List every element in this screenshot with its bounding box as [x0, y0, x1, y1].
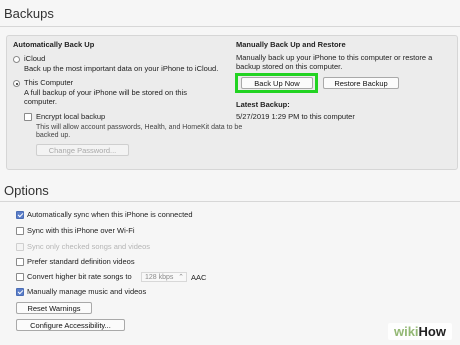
- restore-backup-button[interactable]: Restore Backup: [323, 77, 399, 89]
- bitrate-select[interactable]: 128 kbps ⌃: [141, 272, 187, 282]
- convert-bitrate-label: Convert higher bit rate songs to: [27, 272, 132, 281]
- divider: [0, 201, 460, 202]
- auto-backup-heading: Automatically Back Up: [13, 40, 95, 49]
- icloud-label: iCloud: [24, 54, 46, 63]
- icloud-description: Back up the most important data on your …: [24, 64, 219, 73]
- prefer-sd-label: Prefer standard definition videos: [27, 257, 135, 266]
- change-password-button[interactable]: Change Password...: [36, 144, 129, 156]
- this-computer-description-2: computer.: [24, 97, 57, 106]
- sync-checked-only-label: Sync only checked songs and videos: [27, 242, 150, 251]
- latest-backup-value: 5/27/2019 1:29 PM to this computer: [236, 112, 355, 121]
- backups-panel: Automatically Back Up iCloud Back up the…: [6, 35, 458, 170]
- wikihow-watermark: wikiHow: [387, 323, 452, 340]
- icloud-radio[interactable]: [13, 56, 20, 63]
- bitrate-value: 128 kbps: [145, 274, 174, 281]
- manual-backup-description-2: backup stored on this computer.: [236, 62, 343, 71]
- configure-accessibility-button[interactable]: Configure Accessibility...: [16, 319, 125, 331]
- latest-backup-heading: Latest Backup:: [236, 100, 290, 109]
- bitrate-format: AAC: [191, 273, 207, 282]
- prefer-sd-checkbox[interactable]: [16, 258, 24, 266]
- watermark-prefix: wiki: [393, 324, 419, 339]
- reset-warnings-button[interactable]: Reset Warnings: [16, 302, 92, 314]
- options-title: Options: [4, 183, 49, 198]
- wifi-sync-checkbox[interactable]: [16, 227, 24, 235]
- wifi-sync-label: Sync with this iPhone over Wi-Fi: [27, 226, 135, 235]
- encrypt-backup-checkbox[interactable]: [24, 113, 32, 121]
- chevron-updown-icon: ⌃: [178, 274, 184, 281]
- sync-checked-only-checkbox: [16, 243, 24, 251]
- watermark-suffix: How: [418, 324, 446, 339]
- this-computer-label: This Computer: [24, 78, 74, 87]
- auto-sync-label: Automatically sync when this iPhone is c…: [27, 210, 193, 219]
- manual-manage-checkbox[interactable]: [16, 288, 24, 296]
- this-computer-radio[interactable]: [13, 80, 20, 87]
- convert-bitrate-checkbox[interactable]: [16, 273, 24, 281]
- backups-title: Backups: [4, 6, 54, 21]
- manual-manage-label: Manually manage music and videos: [27, 287, 147, 296]
- encrypt-description-2: backed up.: [36, 132, 71, 139]
- divider: [0, 26, 460, 27]
- back-up-now-button[interactable]: Back Up Now: [241, 77, 313, 89]
- manual-backup-heading: Manually Back Up and Restore: [236, 40, 346, 49]
- auto-sync-checkbox[interactable]: [16, 211, 24, 219]
- encrypt-backup-label: Encrypt local backup: [36, 112, 106, 121]
